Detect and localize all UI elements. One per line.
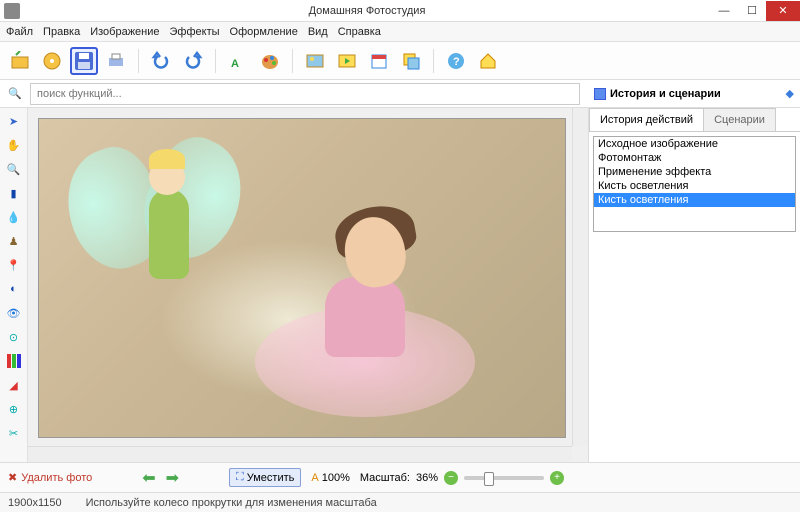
fit-label: Уместить — [247, 472, 295, 484]
hand-tool-icon[interactable]: ✋ — [5, 136, 23, 154]
side-panel: История действий Сценарии Исходное изобр… — [588, 108, 800, 462]
redo-icon[interactable] — [179, 47, 207, 75]
contrast-tool-icon[interactable]: ◐ — [5, 280, 23, 298]
maximize-button[interactable]: ☐ — [738, 1, 766, 21]
left-toolbox: ➤ ✋ 🔍 ▮ 💧 ♟ 📍 ◐ 👁 ⊙ ◢ ⊕ ✂ — [0, 108, 28, 462]
history-item[interactable]: Фотомонтаж — [594, 151, 795, 165]
stamp-tool-icon[interactable]: ♟ — [5, 232, 23, 250]
menu-design[interactable]: Оформление — [230, 26, 298, 38]
save-icon[interactable] — [70, 47, 98, 75]
pin-tool-icon[interactable]: 📍 — [5, 256, 23, 274]
svg-text:A: A — [231, 58, 239, 70]
history-list: Исходное изображение Фотомонтаж Применен… — [593, 136, 796, 232]
menu-view[interactable]: Вид — [308, 26, 328, 38]
slideshow-icon[interactable] — [333, 47, 361, 75]
home-icon[interactable] — [474, 47, 502, 75]
menu-image[interactable]: Изображение — [90, 26, 159, 38]
canvas-area — [28, 108, 588, 462]
panel-indicator-icon — [594, 88, 606, 100]
history-item-selected[interactable]: Кисть осветления — [594, 193, 795, 207]
text-a-icon: A — [311, 472, 318, 484]
image-dimensions: 1900x1150 — [8, 497, 62, 509]
fit-button[interactable]: ⛶ Уместить — [229, 468, 301, 487]
brush-tool-icon[interactable]: ▮ — [5, 184, 23, 202]
rgb-tool-icon[interactable] — [5, 352, 23, 370]
fit-icon: ⛶ — [236, 471, 244, 484]
collapse-icon[interactable]: ◆ — [786, 87, 794, 100]
eye-tool-icon[interactable]: 👁 — [5, 304, 23, 322]
main-toolbar: A ? — [0, 42, 800, 80]
fairy-overlay — [99, 149, 259, 349]
window-controls: — ☐ ✕ — [710, 1, 800, 21]
cd-icon[interactable] — [38, 47, 66, 75]
zoom-100-button[interactable]: A 100% — [311, 472, 349, 484]
svg-text:?: ? — [453, 56, 460, 68]
zoom-100-label: 100% — [322, 472, 350, 484]
side-panel-header[interactable]: История и сценарии ◆ — [594, 87, 794, 100]
menu-edit[interactable]: Правка — [43, 26, 80, 38]
open-icon[interactable] — [6, 47, 34, 75]
drop-tool-icon[interactable]: 💧 — [5, 208, 23, 226]
status-hint: Используйте колесо прокрутки для изменен… — [86, 497, 377, 509]
close-button[interactable]: ✕ — [766, 1, 800, 21]
app-icon — [4, 3, 20, 19]
heal-tool-icon[interactable]: ⊕ — [5, 400, 23, 418]
next-arrow-icon[interactable]: ➡ — [166, 468, 179, 488]
window-title: Домашняя Фотостудия — [24, 5, 710, 17]
horizontal-scrollbar[interactable] — [28, 446, 572, 462]
zoom-tool-icon[interactable]: 🔍 — [5, 160, 23, 178]
pointer-tool-icon[interactable]: ➤ — [5, 112, 23, 130]
zoom-in-button[interactable]: + — [550, 471, 564, 485]
layers-icon[interactable] — [397, 47, 425, 75]
history-item[interactable]: Кисть осветления — [594, 179, 795, 193]
x-icon: ✖ — [8, 471, 17, 484]
scale-value: 36% — [416, 472, 438, 484]
vertical-scrollbar[interactable] — [572, 108, 588, 446]
menu-effects[interactable]: Эффекты — [170, 26, 220, 38]
menu-file[interactable]: Файл — [6, 26, 33, 38]
delete-photo-label: Удалить фото — [21, 472, 92, 484]
search-icon: 🔍 — [6, 87, 24, 100]
calendar-icon[interactable] — [365, 47, 393, 75]
zoom-controls: Масштаб: 36% − + — [360, 471, 564, 485]
search-row: 🔍 История и сценарии ◆ — [0, 80, 800, 108]
scale-label: Масштаб: — [360, 472, 410, 484]
zoom-out-button[interactable]: − — [444, 471, 458, 485]
delete-photo-button[interactable]: ✖ Удалить фото — [8, 471, 92, 484]
titlebar: Домашняя Фотостудия — ☐ ✕ — [0, 0, 800, 22]
crop-tool-icon[interactable]: ✂ — [5, 424, 23, 442]
tab-scenarios[interactable]: Сценарии — [703, 108, 776, 131]
search-input[interactable] — [30, 83, 580, 105]
help-icon[interactable]: ? — [442, 47, 470, 75]
tab-history[interactable]: История действий — [589, 108, 704, 131]
print-icon[interactable] — [102, 47, 130, 75]
menu-help[interactable]: Справка — [338, 26, 381, 38]
picture-icon[interactable] — [301, 47, 329, 75]
menubar: Файл Правка Изображение Эффекты Оформлен… — [0, 22, 800, 42]
prev-arrow-icon[interactable]: ⬅ — [142, 468, 155, 488]
minimize-button[interactable]: — — [710, 1, 738, 21]
swirl-tool-icon[interactable]: ⊙ — [5, 328, 23, 346]
girl-subject — [255, 187, 475, 417]
palette-icon[interactable] — [256, 47, 284, 75]
side-panel-title: История и сценарии — [610, 88, 721, 100]
history-item[interactable]: Исходное изображение — [594, 137, 795, 151]
canvas[interactable] — [38, 118, 566, 438]
zoom-slider[interactable] — [464, 476, 544, 480]
history-item[interactable]: Применение эффекта — [594, 165, 795, 179]
undo-icon[interactable] — [147, 47, 175, 75]
levels-tool-icon[interactable]: ◢ — [5, 376, 23, 394]
text-icon[interactable]: A — [224, 47, 252, 75]
bottom-bar: ✖ Удалить фото ⬅ ➡ ⛶ Уместить A 100% Мас… — [0, 462, 800, 492]
main-area: ➤ ✋ 🔍 ▮ 💧 ♟ 📍 ◐ 👁 ⊙ ◢ ⊕ ✂ История де — [0, 108, 800, 462]
side-tabs: История действий Сценарии — [589, 108, 800, 132]
status-bar: 1900x1150 Используйте колесо прокрутки д… — [0, 492, 800, 512]
